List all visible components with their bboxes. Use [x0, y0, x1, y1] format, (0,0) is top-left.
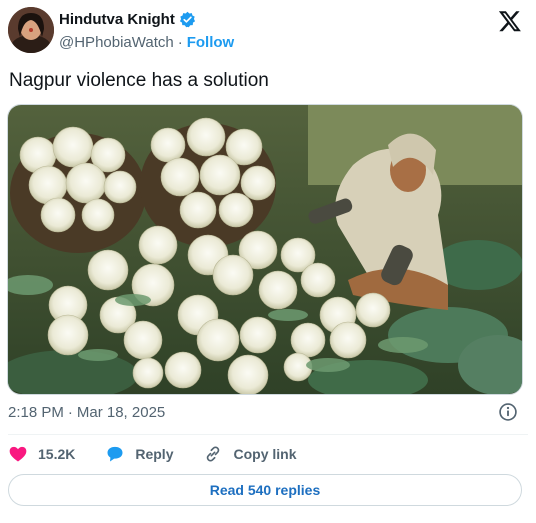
info-icon[interactable]	[498, 402, 518, 422]
read-replies-button[interactable]: Read 540 replies	[8, 474, 522, 506]
tweet-timestamp: 2:18 PM · Mar 18, 2025	[8, 404, 165, 421]
tweet-time[interactable]: 2:18 PM	[8, 404, 64, 421]
tweet-actions: 15.2K Reply Copy link	[8, 442, 327, 466]
link-icon	[207, 446, 220, 462]
x-logo-icon[interactable]	[498, 9, 522, 33]
heart-icon	[9, 446, 27, 462]
read-replies-label: Read 540 replies	[209, 482, 321, 498]
avatar[interactable]	[8, 7, 54, 53]
tweet-date[interactable]: Mar 18, 2025	[77, 404, 165, 421]
like-count: 15.2K	[38, 446, 76, 462]
time-separator: ·	[67, 404, 73, 421]
verified-badge-icon	[179, 11, 195, 28]
reply-bubble-icon	[107, 446, 123, 462]
reply-button[interactable]: Reply	[105, 444, 173, 464]
handle-separator: ·	[177, 34, 183, 51]
divider	[8, 434, 528, 435]
reply-label: Reply	[135, 446, 174, 462]
like-button[interactable]: 15.2K	[8, 444, 75, 464]
follow-button[interactable]: Follow	[187, 34, 235, 51]
author-name-row: Hindutva Knight	[59, 11, 196, 28]
author-display-name[interactable]: Hindutva Knight	[59, 11, 175, 28]
copy-link-button[interactable]: Copy link	[203, 444, 297, 464]
author-handle-row: @HPhobiaWatch · Follow	[59, 34, 234, 51]
tweet-media-image[interactable]	[7, 104, 523, 395]
avatar-image	[8, 7, 54, 53]
tweet-text: Nagpur violence has a solution	[9, 70, 269, 91]
copy-link-label: Copy link	[233, 446, 297, 462]
author-handle[interactable]: @HPhobiaWatch	[59, 34, 174, 51]
